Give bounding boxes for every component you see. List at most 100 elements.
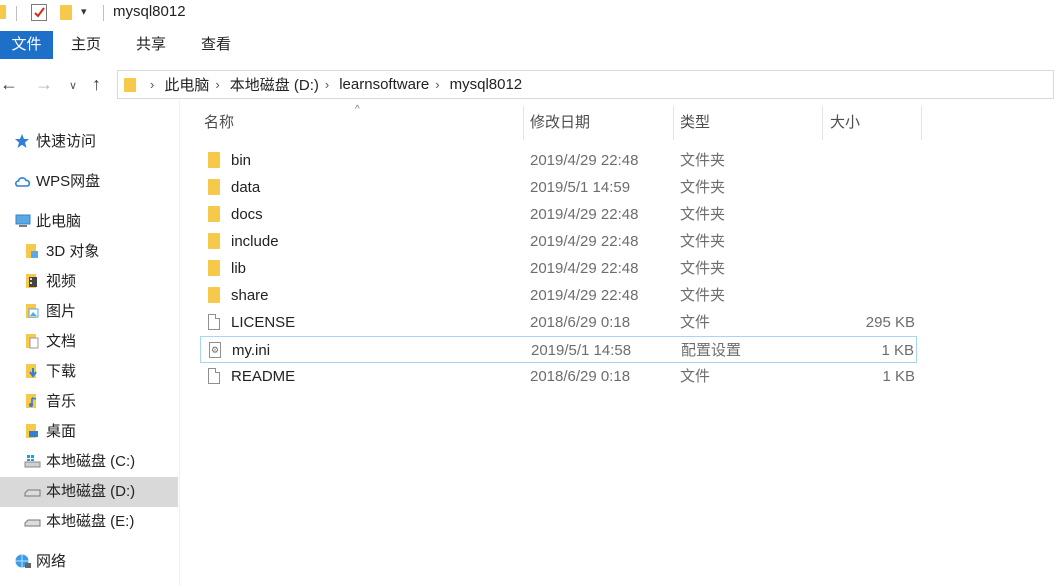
file-row-lib[interactable]: lib 2019/4/29 22:48 文件夹 (200, 255, 917, 282)
cloud-icon (14, 170, 31, 187)
file-row-include[interactable]: include 2019/4/29 22:48 文件夹 (200, 228, 917, 255)
sidebar-item-downloads[interactable]: 下载 (24, 357, 76, 387)
file-list: ^ 名称 修改日期 类型 大小 bin 2019/4/29 22:48 文件夹 … (180, 100, 1054, 586)
file-row-bin[interactable]: bin 2019/4/29 22:48 文件夹 (200, 147, 917, 174)
file-size: 1 KB (881, 342, 914, 359)
chevron-down-icon[interactable]: ▾ (81, 5, 87, 18)
file-date: 2019/4/29 22:48 (530, 287, 639, 304)
file-name: include (231, 233, 279, 250)
drive-icon (24, 510, 41, 527)
chevron-right-icon[interactable]: › (435, 77, 439, 92)
file-name: my.ini (232, 342, 271, 359)
file-row-my-ini[interactable]: my.ini 2019/5/1 14:58 配置设置 1 KB (200, 336, 917, 363)
sidebar-item-drive-d[interactable]: 本地磁盘 (D:) (0, 477, 178, 507)
breadcrumb-this-pc[interactable]: 此电脑 (164, 74, 209, 95)
column-header-name[interactable]: 名称 (204, 110, 234, 140)
sidebar-item-quick-access[interactable]: 快速访问 (14, 127, 96, 157)
properties-icon[interactable] (31, 4, 47, 21)
config-file-icon (209, 342, 221, 358)
column-divider[interactable] (921, 106, 922, 140)
folder-icon[interactable] (0, 5, 6, 19)
file-date: 2019/4/29 22:48 (530, 233, 639, 250)
file-type: 文件 (680, 368, 711, 385)
tab-share[interactable]: 共享 (131, 31, 171, 59)
sort-ascending-icon: ^ (355, 104, 360, 115)
sidebar-item-label: 视频 (46, 273, 77, 290)
sidebar-item-label: 本地磁盘 (D:) (46, 483, 136, 500)
file-name: lib (231, 260, 247, 277)
new-folder-icon[interactable] (60, 5, 72, 20)
file-row-share[interactable]: share 2019/4/29 22:48 文件夹 (200, 282, 917, 309)
sidebar-item-label: WPS网盘 (36, 173, 101, 190)
file-name: data (231, 179, 261, 196)
file-row-docs[interactable]: docs 2019/4/29 22:48 文件夹 (200, 201, 917, 228)
chevron-right-icon[interactable]: › (325, 77, 329, 92)
column-divider[interactable] (523, 106, 524, 140)
breadcrumb-drive-d[interactable]: 本地磁盘 (D:) (230, 74, 319, 95)
file-date: 2019/5/1 14:59 (530, 179, 631, 196)
sidebar-item-label: 下载 (46, 363, 77, 380)
sidebar-item-label: 图片 (46, 303, 77, 320)
computer-icon (14, 210, 31, 227)
column-header-type[interactable]: 类型 (680, 110, 710, 140)
folder-icon (124, 77, 136, 92)
sidebar-item-label: 本地磁盘 (C:) (46, 453, 136, 470)
star-icon (14, 130, 30, 148)
navigation-bar: ← → ∨ ↑ › 此电脑 › 本地磁盘 (D:) › learnsoftwar… (0, 68, 1054, 100)
folder-icon (208, 287, 220, 303)
tab-view[interactable]: 查看 (196, 31, 236, 59)
sidebar-item-network[interactable]: 网络 (14, 547, 66, 577)
sidebar-item-label: 音乐 (46, 393, 77, 410)
column-divider[interactable] (822, 106, 823, 140)
file-name: share (231, 287, 269, 304)
file-type: 配置设置 (681, 342, 742, 359)
column-divider[interactable] (673, 106, 674, 140)
file-name: LICENSE (231, 314, 296, 331)
file-name: bin (231, 152, 252, 169)
column-header-size[interactable]: 大小 (830, 110, 860, 140)
up-arrow-icon[interactable]: ↑ (92, 72, 101, 96)
sidebar-item-label: 快速访问 (36, 133, 97, 150)
breadcrumb-learnsoftware[interactable]: learnsoftware (339, 76, 429, 93)
sidebar-item-drive-e[interactable]: 本地磁盘 (E:) (24, 507, 134, 537)
window-title: mysql8012 (113, 3, 186, 20)
sidebar-item-documents[interactable]: 文档 (24, 327, 76, 357)
file-date: 2018/6/29 0:18 (530, 368, 631, 385)
recent-locations-chevron-icon[interactable]: ∨ (69, 74, 77, 98)
sidebar-item-desktop[interactable]: 桌面 (24, 417, 76, 447)
chevron-right-icon[interactable]: › (150, 77, 154, 92)
file-type: 文件夹 (680, 287, 726, 304)
music-icon (24, 390, 40, 408)
sidebar-item-3d-objects[interactable]: 3D 对象 (24, 237, 99, 267)
file-row-readme[interactable]: README 2018/6/29 0:18 文件 1 KB (200, 363, 917, 390)
sidebar-item-this-pc[interactable]: 此电脑 (14, 207, 81, 237)
sidebar-item-videos[interactable]: 视频 (24, 267, 76, 297)
divider (103, 5, 104, 21)
sidebar-item-drive-c[interactable]: 本地磁盘 (C:) (24, 447, 135, 477)
forward-arrow-icon[interactable]: → (35, 72, 53, 96)
tab-file[interactable]: 文件 (0, 31, 53, 59)
back-arrow-icon[interactable]: ← (0, 72, 18, 96)
file-date: 2019/4/29 22:48 (530, 206, 639, 223)
documents-icon (24, 330, 40, 349)
file-type: 文件夹 (680, 233, 726, 250)
address-bar[interactable]: › 此电脑 › 本地磁盘 (D:) › learnsoftware › mysq… (117, 70, 1054, 99)
file-type: 文件 (680, 314, 711, 331)
file-type: 文件夹 (680, 206, 726, 223)
download-icon (24, 360, 40, 378)
windows-drive-icon (24, 450, 41, 468)
sidebar-item-music[interactable]: 音乐 (24, 387, 76, 417)
file-date: 2019/4/29 22:48 (530, 260, 639, 277)
column-header-date[interactable]: 修改日期 (530, 110, 590, 140)
breadcrumb-mysql8012[interactable]: mysql8012 (450, 76, 523, 93)
file-row-data[interactable]: data 2019/5/1 14:59 文件夹 (200, 174, 917, 201)
file-date: 2019/4/29 22:48 (530, 152, 639, 169)
sidebar-item-pictures[interactable]: 图片 (24, 297, 76, 327)
navigation-pane: 快速访问 WPS网盘 此电脑 3D 对象 视频 图片 文档 下载 音乐 桌面 本… (0, 100, 180, 586)
sidebar-item-wps-drive[interactable]: WPS网盘 (14, 167, 100, 197)
file-row-license[interactable]: LICENSE 2018/6/29 0:18 文件 295 KB (200, 309, 917, 336)
sidebar-item-label: 网络 (36, 553, 67, 570)
chevron-right-icon[interactable]: › (215, 77, 219, 92)
file-size: 1 KB (882, 368, 915, 385)
tab-home[interactable]: 主页 (66, 31, 106, 59)
